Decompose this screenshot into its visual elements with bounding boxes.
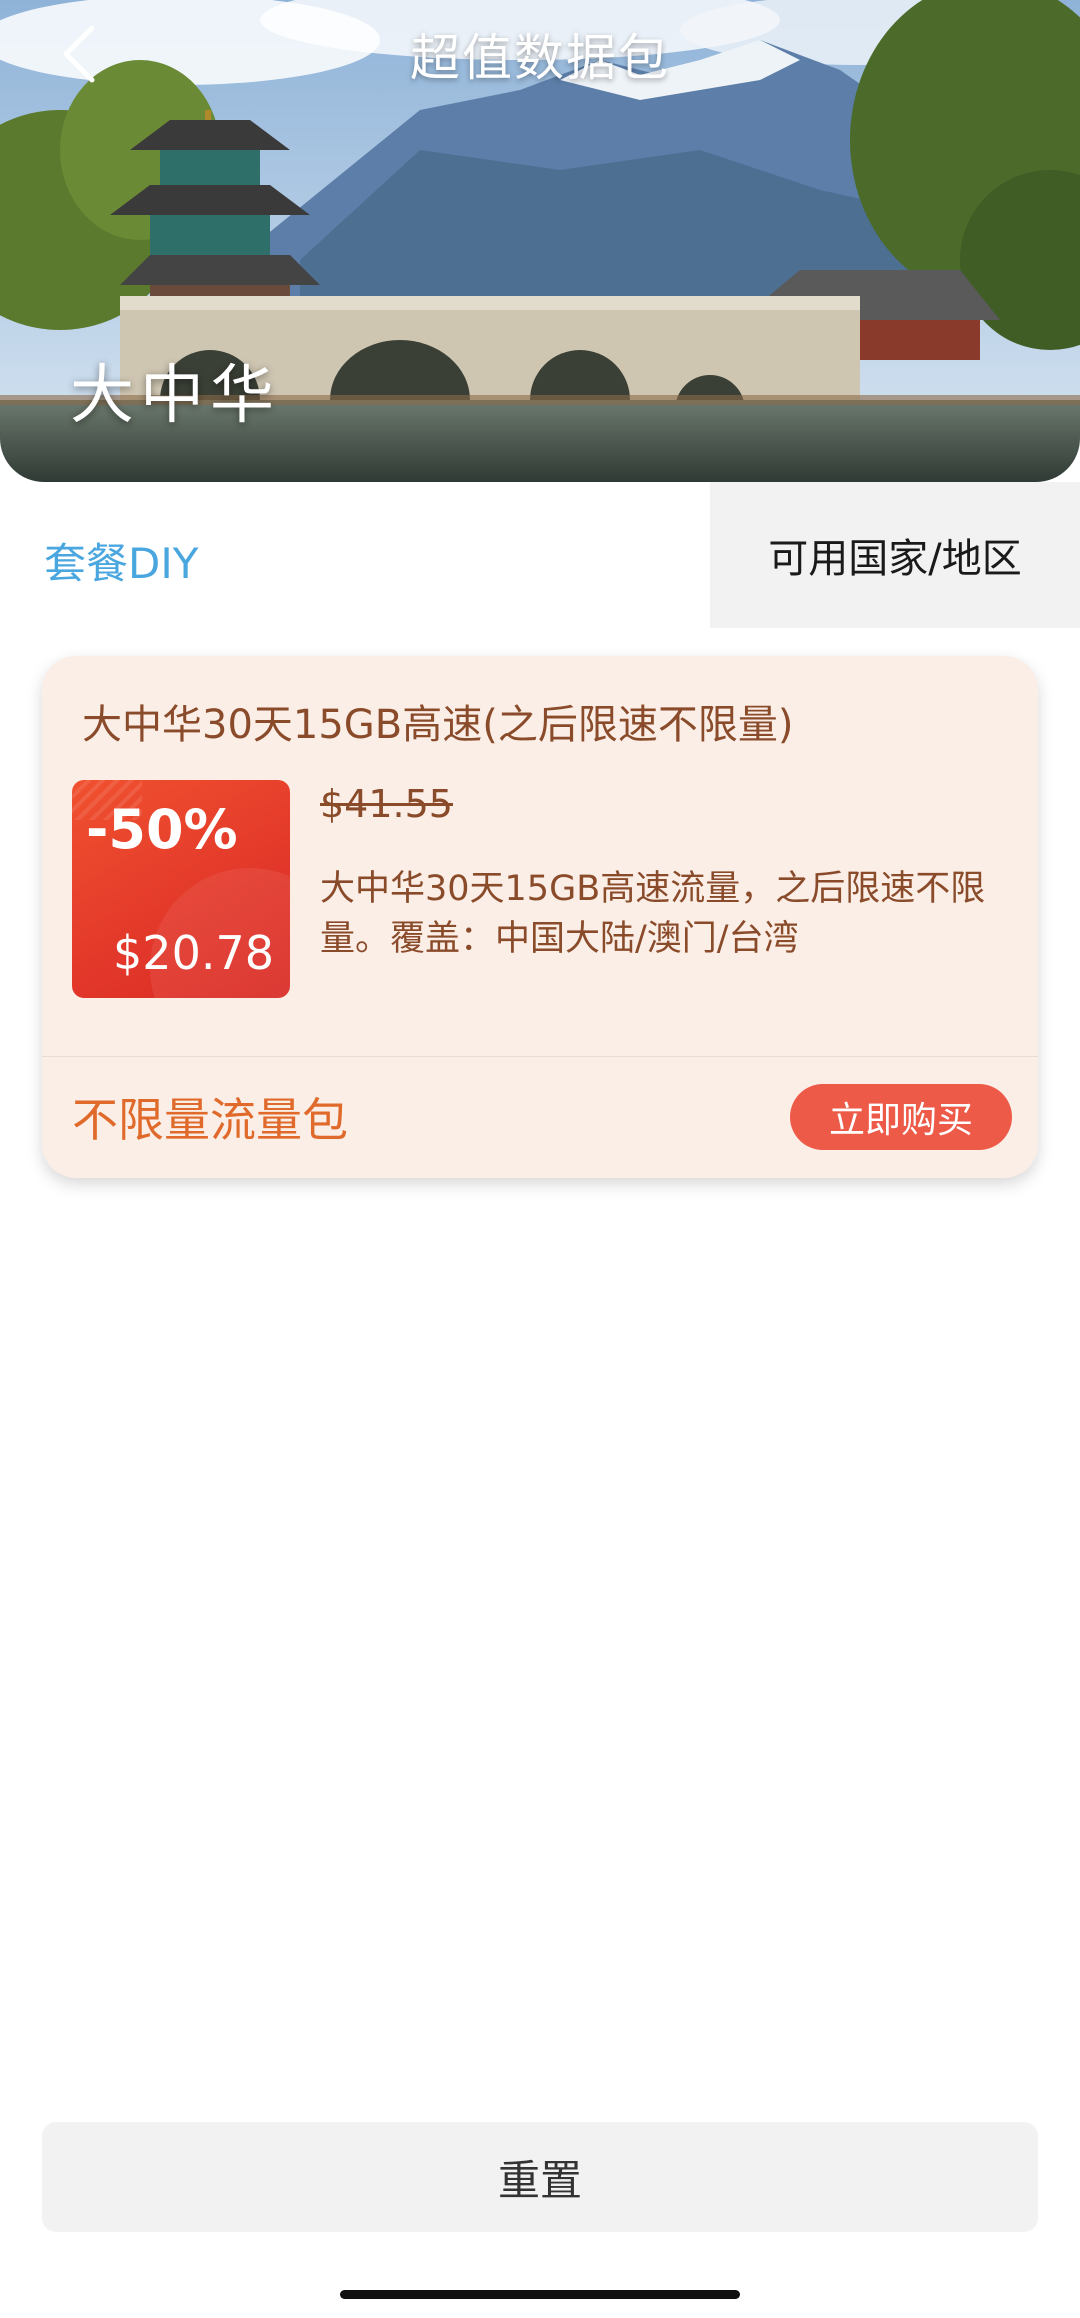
- reset-button[interactable]: 重置: [42, 2122, 1038, 2232]
- package-description: 大中华30天15GB高速流量，之后限速不限量。覆盖：中国大陆/澳门/台湾: [320, 869, 986, 959]
- page-title: 超值数据包: [410, 29, 670, 87]
- sale-price: $20.78: [113, 926, 274, 980]
- hero-banner: 超值数据包 大中华: [0, 0, 1080, 482]
- tab-package-diy[interactable]: 套餐DIY: [44, 530, 198, 591]
- original-price: $41.55: [320, 782, 453, 826]
- tab-available-countries[interactable]: 可用国家/地区: [710, 482, 1080, 628]
- discount-badge: -50% $20.78: [72, 780, 290, 998]
- package-title: 大中华30天15GB高速(之后限速不限量): [82, 702, 794, 748]
- tab-bar: 套餐DIY 可用国家/地区: [0, 482, 1080, 628]
- package-type-label: 不限量流量包: [72, 1093, 348, 1147]
- card-divider: [42, 1056, 1038, 1057]
- home-indicator: [340, 2290, 740, 2299]
- package-card[interactable]: 大中华30天15GB高速(之后限速不限量) -50% $20.78 $41.55…: [42, 656, 1038, 1178]
- region-name: 大中华: [70, 359, 280, 433]
- buy-now-button[interactable]: 立即购买: [790, 1084, 1012, 1150]
- discount-percent: -50%: [86, 798, 238, 861]
